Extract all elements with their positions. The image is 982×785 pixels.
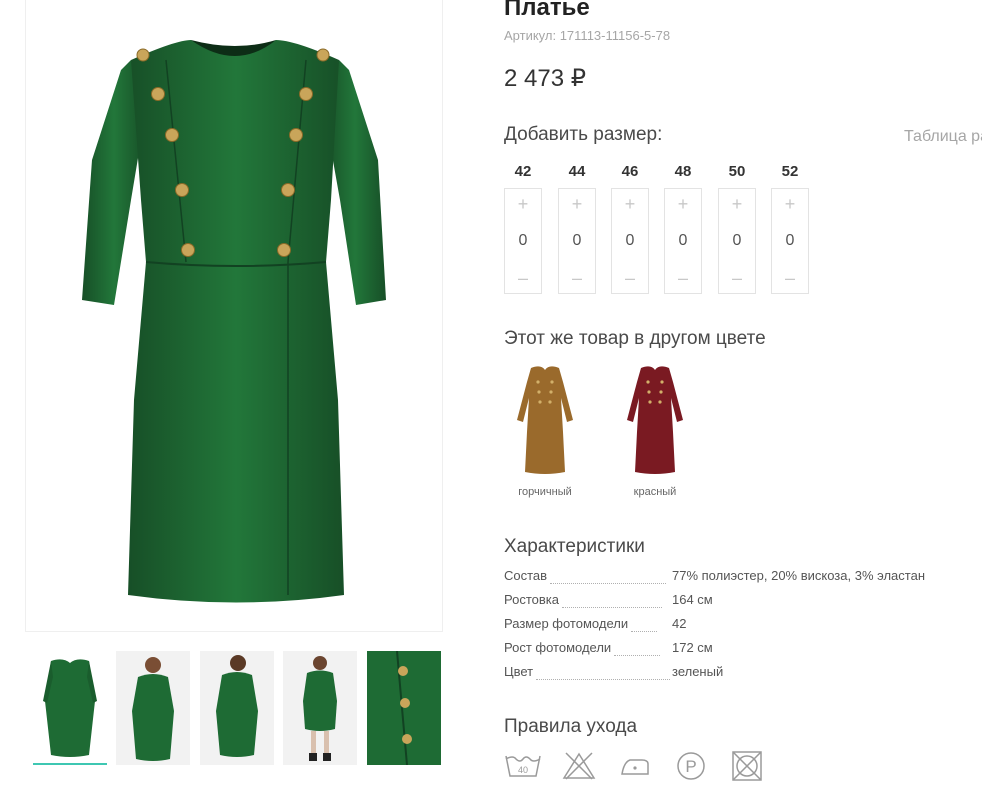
- wash-40-icon: 40: [504, 750, 542, 782]
- quantity-field[interactable]: 0: [559, 232, 595, 250]
- spec-row: Размер фотомодели 42: [504, 616, 974, 640]
- no-tumble-dry-icon: [728, 750, 766, 782]
- dry-clean-p-icon: P: [672, 750, 710, 782]
- color-option-red[interactable]: красный: [615, 362, 695, 507]
- size-option-44: 44 + 0 –: [558, 160, 596, 294]
- increment-button[interactable]: +: [612, 189, 648, 219]
- spec-row: Цвет зеленый: [504, 664, 974, 688]
- spec-row: Рост фотомодели 172 см: [504, 640, 974, 664]
- svg-text:P: P: [685, 757, 696, 776]
- color-name: красный: [633, 486, 677, 498]
- quantity-field[interactable]: 0: [505, 232, 541, 250]
- decrement-button[interactable]: –: [505, 263, 541, 293]
- quantity-stepper: + 0 –: [771, 188, 809, 294]
- spec-leader: [614, 654, 661, 656]
- size-table-label: Таблица размеров: [904, 128, 982, 145]
- size-option-46: 46 + 0 –: [611, 160, 649, 294]
- spec-key: Цвет: [504, 664, 534, 679]
- care-icons: 40 P: [504, 750, 766, 782]
- red-dress-image: [627, 366, 683, 474]
- quantity-field[interactable]: 0: [772, 232, 808, 250]
- no-bleach-icon: [560, 750, 598, 782]
- size-selector: 42 + 0 – 44 + 0 – 46 + 0 – 48 + 0 – 50 +…: [504, 160, 824, 300]
- iron-low-icon: [616, 750, 654, 782]
- size-option-52: 52 + 0 –: [771, 160, 809, 294]
- size-label: 42: [514, 163, 532, 180]
- add-size-title: Добавить размер:: [504, 124, 663, 145]
- spec-leader: [536, 678, 671, 680]
- active-thumbnail-indicator: [33, 763, 107, 765]
- dress-image: [82, 40, 386, 603]
- quantity-field[interactable]: 0: [612, 232, 648, 250]
- color-name: горчичный: [518, 486, 572, 498]
- sku: Артикул: 171113-11156-5-78: [504, 28, 670, 43]
- spec-row: Ростовка 164 см: [504, 592, 974, 616]
- decrement-button[interactable]: –: [719, 263, 755, 293]
- size-label: 50: [728, 163, 746, 180]
- decrement-button[interactable]: –: [612, 263, 648, 293]
- wash-temp: 40: [518, 765, 528, 775]
- thumbnail-1[interactable]: [33, 651, 107, 765]
- other-colors-title: Этот же товар в другом цвете: [504, 328, 766, 349]
- spec-key: Ростовка: [504, 592, 559, 607]
- decrement-button[interactable]: –: [559, 263, 595, 293]
- thumbnail-2[interactable]: [116, 651, 190, 765]
- quantity-stepper: + 0 –: [504, 188, 542, 294]
- size-option-42: 42 + 0 –: [504, 160, 542, 294]
- quantity-stepper: + 0 –: [664, 188, 702, 294]
- decrement-button[interactable]: –: [665, 263, 701, 293]
- specs-list: Состав 77% полиэстер, 20% вискоза, 3% эл…: [504, 568, 974, 688]
- main-product-photo[interactable]: [25, 0, 443, 632]
- color-option-mustard[interactable]: горчичный: [505, 362, 585, 507]
- size-option-48: 48 + 0 –: [664, 160, 702, 294]
- quantity-field[interactable]: 0: [665, 232, 701, 250]
- spec-leader: [550, 582, 667, 584]
- thumbnail-3[interactable]: [200, 651, 274, 765]
- increment-button[interactable]: +: [665, 189, 701, 219]
- specs-title: Характеристики: [504, 536, 645, 557]
- spec-value: 77% полиэстер, 20% вискоза, 3% эластан: [672, 568, 925, 583]
- increment-button[interactable]: +: [772, 189, 808, 219]
- spec-key: Состав: [504, 568, 548, 583]
- spec-leader: [631, 630, 658, 632]
- thumbnail-5[interactable]: [367, 651, 441, 765]
- spec-row: Состав 77% полиэстер, 20% вискоза, 3% эл…: [504, 568, 974, 592]
- sku-value: 171113-11156-5-78: [559, 28, 671, 43]
- care-title: Правила ухода: [504, 716, 638, 737]
- product-price: 2 473 ₽: [504, 65, 586, 92]
- size-label: 48: [674, 163, 692, 180]
- spec-value: зеленый: [672, 664, 724, 679]
- size-label: 52: [781, 163, 799, 180]
- spec-value: 172 см: [672, 640, 713, 655]
- quantity-field[interactable]: 0: [719, 232, 755, 250]
- spec-value: 164 см: [672, 592, 713, 607]
- size-table-link[interactable]: Таблица размеров: [896, 124, 982, 150]
- quantity-stepper: + 0 –: [558, 188, 596, 294]
- increment-button[interactable]: +: [559, 189, 595, 219]
- size-label: 46: [621, 163, 639, 180]
- thumbnail-strip: [33, 651, 443, 771]
- thumbnail-4[interactable]: [283, 651, 357, 765]
- product-title: Платье: [504, 0, 590, 21]
- size-label: 44: [568, 163, 586, 180]
- mustard-dress-image: [517, 366, 573, 474]
- increment-button[interactable]: +: [719, 189, 755, 219]
- quantity-stepper: + 0 –: [718, 188, 756, 294]
- spec-key: Размер фотомодели: [504, 616, 629, 631]
- spec-key: Рост фотомодели: [504, 640, 612, 655]
- quantity-stepper: + 0 –: [611, 188, 649, 294]
- sku-label: Артикул:: [504, 28, 557, 43]
- spec-leader: [561, 606, 662, 608]
- decrement-button[interactable]: –: [772, 263, 808, 293]
- increment-button[interactable]: +: [505, 189, 541, 219]
- spec-value: 42: [672, 616, 687, 631]
- size-option-50: 50 + 0 –: [718, 160, 756, 294]
